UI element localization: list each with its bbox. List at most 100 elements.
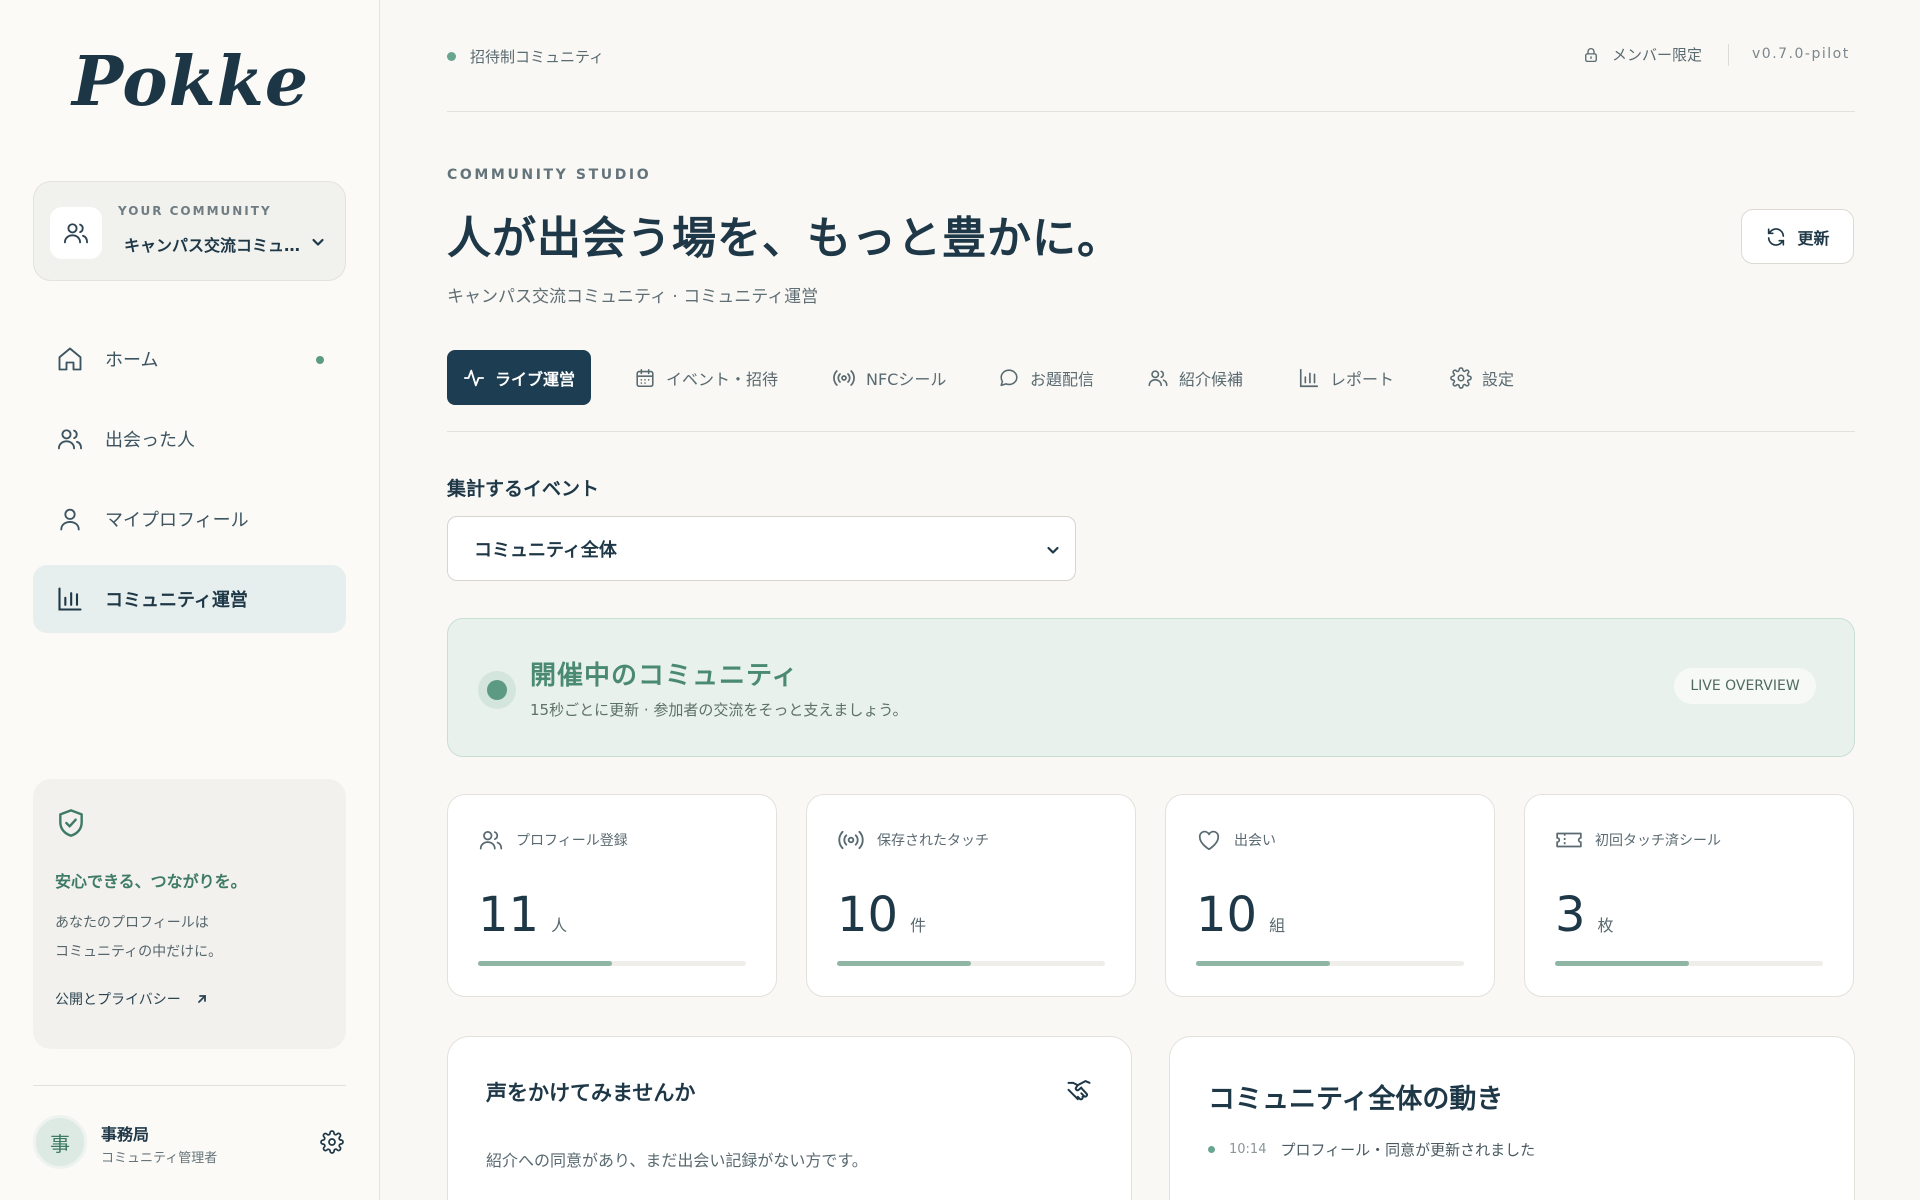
bar-chart-icon bbox=[55, 584, 85, 614]
stat-number: 3 bbox=[1555, 887, 1586, 943]
tab-reports[interactable]: レポート bbox=[1282, 350, 1410, 405]
tab-nfc[interactable]: NFCシール bbox=[816, 350, 962, 405]
app-logo[interactable]: Pokke bbox=[72, 42, 309, 122]
tab-live[interactable]: ライブ運営 bbox=[447, 350, 592, 405]
page-title: 人が出会う場を、もっと豊かに。 bbox=[447, 213, 1122, 264]
stat-value: 3 枚 bbox=[1555, 887, 1614, 943]
sidebar-item-label: コミュニティ運営 bbox=[105, 590, 248, 611]
sidebar-item-label: マイプロフィール bbox=[105, 510, 249, 531]
stat-progress-track bbox=[1196, 961, 1464, 966]
user-icon bbox=[55, 504, 85, 534]
stat-unit: 枚 bbox=[1597, 916, 1614, 935]
live-indicator-dot bbox=[487, 680, 507, 700]
users-icon bbox=[55, 424, 85, 454]
tab-events[interactable]: イベント・招待 bbox=[618, 350, 794, 405]
member-only-badge: メンバー限定 bbox=[1582, 44, 1702, 65]
nfc-icon bbox=[837, 827, 865, 853]
stat-label: 初回タッチ済シール bbox=[1595, 833, 1721, 849]
privacy-title: 安心できる、つながりを。 bbox=[55, 872, 247, 891]
tab-label: 紹介候補 bbox=[1179, 369, 1244, 389]
nfc-icon bbox=[832, 367, 856, 389]
heart-icon bbox=[1196, 827, 1222, 853]
top-bar: 招待制コミュニティ メンバー限定 v0.7.0-pilot bbox=[447, 40, 1855, 112]
sidebar-nav: ホーム 出会った人 マイプロフィール コミュニティ運営 bbox=[33, 325, 346, 645]
tab-label: NFCシール bbox=[866, 369, 947, 389]
stat-card-profiles: プロフィール登録 11 人 bbox=[447, 794, 777, 997]
page-kicker: COMMUNITY STUDIO bbox=[447, 167, 652, 183]
stat-header: プロフィール登録 bbox=[478, 827, 628, 853]
stat-value: 10 件 bbox=[837, 887, 926, 943]
feed-text: プロフィール・同意が更新されました bbox=[1280, 1141, 1536, 1159]
suggestion-panel: 声をかけてみませんか 紹介への同意があり、まだ出会い記録がない方です。 bbox=[447, 1036, 1132, 1200]
tab-label: お題配信 bbox=[1030, 369, 1095, 389]
suggestion-title: 声をかけてみませんか bbox=[486, 1081, 696, 1105]
live-subtitle: 15秒ごとに更新 · 参加者の交流をそっと支えましょう。 bbox=[530, 701, 908, 719]
main-content: 招待制コミュニティ メンバー限定 v0.7.0-pilot COMMUNITY … bbox=[447, 0, 1855, 1200]
stat-value: 11 人 bbox=[478, 887, 567, 943]
stat-header: 保存されたタッチ bbox=[837, 827, 989, 853]
stat-label: プロフィール登録 bbox=[516, 833, 628, 849]
aggregate-event-select[interactable]: コミュニティ全体 bbox=[447, 516, 1076, 581]
privacy-link[interactable]: 公開とプライバシー bbox=[55, 989, 209, 1009]
arrow-up-right-icon bbox=[195, 992, 209, 1006]
handshake-icon bbox=[1065, 1077, 1093, 1105]
community-kicker: YOUR COMMUNITY bbox=[118, 204, 272, 218]
privacy-body-line: コミュニティの中だけに。 bbox=[55, 944, 223, 960]
tab-settings[interactable]: 設定 bbox=[1434, 350, 1530, 405]
tab-label: ライブ運営 bbox=[495, 369, 576, 389]
sidebar-item-community-admin[interactable]: コミュニティ運営 bbox=[33, 565, 346, 633]
live-banner: 開催中のコミュニティ 15秒ごとに更新 · 参加者の交流をそっと支えましょう。 … bbox=[447, 618, 1855, 757]
sidebar-item-label: ホーム bbox=[105, 350, 159, 371]
stat-progress-fill bbox=[1196, 961, 1330, 966]
community-name: キャンパス交流コミュニティ bbox=[124, 236, 304, 255]
activity-panel: コミュニティ全体の動き 10:14 プロフィール・同意が更新されました bbox=[1169, 1036, 1855, 1200]
stat-progress-fill bbox=[478, 961, 612, 966]
ticket-icon bbox=[1555, 827, 1583, 853]
users-icon bbox=[478, 827, 504, 853]
lock-icon bbox=[1582, 46, 1600, 64]
stat-label: 出会い bbox=[1234, 833, 1276, 849]
users-icon bbox=[1147, 367, 1169, 389]
divider bbox=[1728, 44, 1729, 66]
sidebar: Pokke YOUR COMMUNITY キャンパス交流コミュニティ ホーム 出… bbox=[0, 0, 380, 1200]
chevron-down-icon bbox=[1045, 542, 1061, 558]
stat-card-touches: 保存されたタッチ 10 件 bbox=[806, 794, 1136, 997]
community-users-icon bbox=[50, 207, 102, 259]
sidebar-item-home[interactable]: ホーム bbox=[33, 325, 346, 393]
tab-label: 設定 bbox=[1482, 369, 1515, 389]
home-icon bbox=[55, 344, 85, 374]
chevron-down-icon bbox=[310, 234, 326, 250]
stat-progress-track bbox=[1555, 961, 1823, 966]
stat-unit: 人 bbox=[551, 916, 568, 935]
sidebar-item-met-people[interactable]: 出会った人 bbox=[33, 405, 346, 473]
list-item: 10:14 プロフィール・同意が更新されました bbox=[1208, 1139, 1535, 1160]
avatar[interactable]: 事 bbox=[33, 1115, 87, 1169]
shield-check-icon bbox=[55, 807, 87, 839]
live-overview-badge: LIVE OVERVIEW bbox=[1674, 668, 1816, 704]
notification-dot bbox=[316, 356, 324, 364]
tab-introductions[interactable]: 紹介候補 bbox=[1131, 350, 1259, 405]
tab-topics[interactable]: お題配信 bbox=[982, 350, 1110, 405]
page-subtitle: キャンパス交流コミュニティ · コミュニティ運営 bbox=[447, 287, 819, 307]
activity-icon bbox=[463, 367, 485, 389]
sidebar-item-my-profile[interactable]: マイプロフィール bbox=[33, 485, 346, 553]
user-account: 事 事務局 コミュニティ管理者 bbox=[33, 1113, 346, 1173]
member-only-label: メンバー限定 bbox=[1612, 46, 1703, 64]
stat-header: 出会い bbox=[1196, 827, 1276, 853]
stat-unit: 組 bbox=[1269, 916, 1286, 935]
stat-number: 10 bbox=[837, 887, 899, 943]
stat-progress-track bbox=[837, 961, 1105, 966]
refresh-button[interactable]: 更新 bbox=[1741, 209, 1854, 264]
gear-icon bbox=[1450, 366, 1472, 389]
invite-label: 招待制コミュニティ bbox=[470, 48, 605, 66]
refresh-label: 更新 bbox=[1797, 228, 1830, 248]
community-switcher[interactable]: YOUR COMMUNITY キャンパス交流コミュニティ bbox=[33, 181, 346, 281]
gear-icon[interactable] bbox=[320, 1130, 344, 1154]
version-label: v0.7.0-pilot bbox=[1752, 46, 1850, 62]
stat-number: 10 bbox=[1196, 887, 1258, 943]
user-role: コミュニティ管理者 bbox=[101, 1151, 218, 1166]
stat-progress-fill bbox=[1555, 961, 1689, 966]
chat-bubble-icon bbox=[998, 367, 1020, 389]
activity-title: コミュニティ全体の動き bbox=[1208, 1084, 1504, 1115]
refresh-icon bbox=[1765, 226, 1787, 248]
